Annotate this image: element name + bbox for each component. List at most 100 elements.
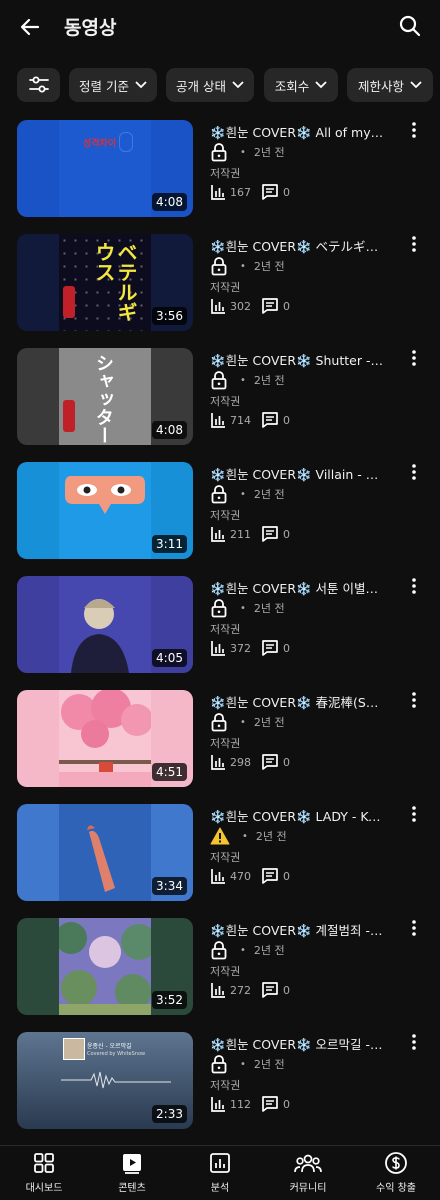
comment-count: 0 [283,983,290,997]
bar-chart-icon [211,527,225,542]
visibility-row: • 2년 전 [210,826,287,846]
video-title: ❄️흰눈 COVER❄️ 서툰 이별을 하려해 [210,581,385,596]
video-thumbnail[interactable]: ベテルギウス 3:56 [17,234,193,331]
nav-label: 커뮤니티 [289,1183,327,1194]
video-list-item[interactable]: 3:52 ❄️흰눈 COVER❄️ 계절범죄 - Miina • 2년 전 저작… [0,918,440,1018]
more-options-button[interactable] [404,120,424,140]
stats-row: 272 0 [210,980,300,1000]
upload-age: 2년 전 [253,602,285,615]
video-thumbnail[interactable]: 3:34 [17,804,193,901]
video-list-item[interactable]: 성격차이 4:08 ❄️흰눈 COVER❄️ All of my life - … [0,120,440,220]
more-options-button[interactable] [404,1032,424,1052]
comment-icon [262,640,278,656]
album-art-mini [63,1038,85,1060]
waveform-graphic [61,1071,171,1089]
nav-label: 수익 창출 [376,1183,416,1194]
nav-label: 대시보드 [25,1183,63,1194]
back-button[interactable] [16,13,44,41]
more-options-button[interactable] [404,576,424,596]
comment-icon [262,412,278,428]
red-stamp [63,286,75,318]
nav-analytics[interactable]: 분석 [180,1150,260,1196]
video-list-item[interactable]: 3:34 ❄️흰눈 COVER❄️ LADY - Kenshi Yonezu •… [0,804,440,904]
visibility-chip[interactable]: 공개 상태 [166,68,254,102]
more-options-button[interactable] [404,348,424,368]
visibility-row: • 2년 전 [210,598,285,618]
cover-text: シャッター [93,354,114,444]
app-header: 동영상 [0,0,440,54]
sort-chip[interactable]: 정렬 기준 [69,68,157,102]
more-options-button[interactable] [404,462,424,482]
more-vertical-icon [412,1034,416,1050]
restrictions-chip[interactable]: 제한사항 [347,68,433,102]
video-thumbnail[interactable]: 성격차이 4:08 [17,120,193,217]
album-cover: ベテルギウス [59,234,151,331]
copyright-label: 저작권 [210,965,241,978]
visibility-row: • 2년 전 [210,484,285,504]
video-list-item[interactable]: シャッター 4:08 ❄️흰눈 COVER❄️ Shutter - 優里 • 2… [0,348,440,448]
comment-icon [262,754,278,770]
video-thumbnail[interactable]: シャッター 4:08 [17,348,193,445]
lock-icon [211,713,227,732]
search-button[interactable] [396,12,424,40]
video-list-item[interactable]: 윤종신 - 오르막길 Covered by WhiteSnow 2:33 ❄️흰… [0,1032,440,1132]
chip-label: 조회수 [274,78,310,94]
song-info: 윤종신 - 오르막길 [87,1043,132,1050]
nav-content[interactable]: 콘텐츠 [92,1150,172,1196]
view-count: 714 [230,413,251,427]
lock-icon [211,485,227,504]
video-list-item[interactable]: 4:51 ❄️흰눈 COVER❄️ 春泥棒(Spring Thief) • 2년… [0,690,440,790]
video-list-item[interactable]: ベテルギウス 3:56 ❄️흰눈 COVER❄️ ベテルギウス(베텔기우스) •… [0,234,440,334]
more-vertical-icon [412,692,416,708]
filter-chip-bar: 정렬 기준 공개 상태 조회수 제한사항 [0,68,440,104]
copyright-label: 저작권 [210,395,241,408]
video-duration: 3:11 [152,535,187,553]
separator-dot: • [240,1058,246,1070]
views-chip[interactable]: 조회수 [264,68,338,102]
video-thumbnail[interactable]: 4:51 [17,690,193,787]
content-icon [123,1154,141,1174]
nav-dashboard[interactable]: 대시보드 [4,1150,84,1196]
warning-icon [210,827,230,845]
portrait-illustration [71,599,129,673]
nav-monetization[interactable]: 수익 창출 [356,1150,436,1196]
comment-icon [262,298,278,314]
album-cover [59,918,151,1015]
chip-label: 제한사항 [357,78,404,94]
video-thumbnail[interactable]: 4:05 [17,576,193,673]
more-options-button[interactable] [404,234,424,254]
video-thumbnail[interactable]: 윤종신 - 오르막길 Covered by WhiteSnow 2:33 [17,1032,193,1129]
more-vertical-icon [412,350,416,366]
album-cover: 성격차이 [59,120,151,217]
view-count: 211 [230,527,251,541]
more-options-button[interactable] [404,690,424,710]
chevron-down-icon [135,81,147,89]
bar-chart-icon [211,299,225,314]
album-cover [59,576,151,673]
visibility-row: • 2년 전 [210,1054,285,1074]
album-cover [59,690,151,787]
chip-label: 정렬 기준 [79,78,129,94]
video-thumbnail[interactable]: 3:11 [17,462,193,559]
bottom-navigation: 대시보드 콘텐츠 분석 커뮤니티 수익 창출 [0,1145,440,1200]
eyes-illustration [65,476,145,514]
more-options-button[interactable] [404,804,424,824]
more-options-button[interactable] [404,918,424,938]
more-vertical-icon [412,122,416,138]
nav-community[interactable]: 커뮤니티 [268,1150,348,1196]
separator-dot: • [240,146,246,158]
chip-label: 공개 상태 [176,78,226,94]
video-thumbnail[interactable]: 3:52 [17,918,193,1015]
video-title: ❄️흰눈 COVER❄️ Villain - 스텔라장 [210,467,385,482]
filter-settings-button[interactable] [17,68,60,102]
more-vertical-icon [412,806,416,822]
cover-drawing [119,132,133,152]
copyright-label: 저작권 [210,1079,241,1092]
video-list-item[interactable]: 3:11 ❄️흰눈 COVER❄️ Villain - 스텔라장 • 2년 전 … [0,462,440,562]
comment-icon [262,982,278,998]
copyright-label: 저작권 [210,281,241,294]
upload-age: 2년 전 [253,944,285,957]
stats-row: 298 0 [210,752,300,772]
view-count: 470 [230,869,251,883]
video-list-item[interactable]: 4:05 ❄️흰눈 COVER❄️ 서툰 이별을 하려해 • 2년 전 저작권 … [0,576,440,676]
